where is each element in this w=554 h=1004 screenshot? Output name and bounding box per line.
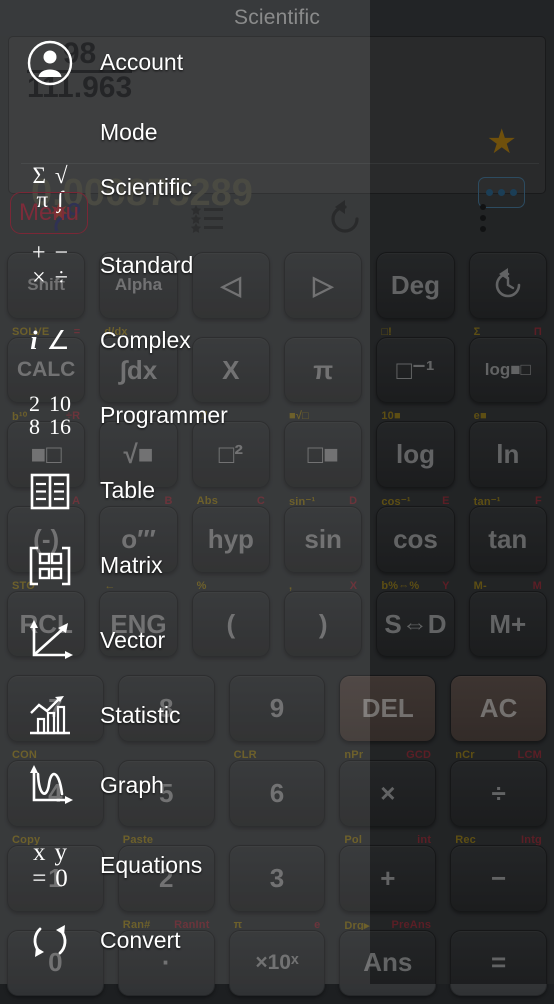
drawer-item-complex[interactable]: i∠Complex <box>0 303 370 378</box>
table-grid-icon <box>0 453 100 528</box>
radix-2-10-8-16-icon: 210816 <box>0 378 100 453</box>
bar-chart-trend-icon <box>0 678 100 753</box>
drawer-item-label: Table <box>100 479 155 502</box>
drawer-item-account[interactable]: Account <box>0 25 370 100</box>
drawer-item-label: Complex <box>100 329 191 352</box>
drawer-item-label: Account <box>100 51 183 74</box>
drawer-item-label: Standard <box>100 254 193 277</box>
drawer-item-table[interactable]: Table <box>0 453 370 528</box>
plus-minus-times-divide-icon: +−×÷ <box>0 228 100 303</box>
drawer-item-label: Mode <box>100 121 158 144</box>
drawer-item-label: Statistic <box>100 704 181 727</box>
vector-axes-arrow-icon <box>0 603 100 678</box>
wave-curve-axes-icon <box>0 748 100 823</box>
x-y-equals-zero-icon: xy=0 <box>0 828 100 903</box>
drawer-item-label: Scientific <box>100 176 192 199</box>
drawer-item-standard[interactable]: +−×÷Standard <box>0 228 370 303</box>
imaginary-angle-icon: i∠ <box>0 303 100 378</box>
drawer-item-label: Matrix <box>100 554 163 577</box>
account-avatar-icon <box>0 25 100 100</box>
drawer-item-label: Programmer <box>100 404 228 427</box>
drawer-item-statistic[interactable]: Statistic <box>0 678 370 753</box>
circular-arrows-icon <box>0 903 100 978</box>
drawer-item-label: Vector <box>100 629 165 652</box>
drawer-item-label: Equations <box>100 854 202 877</box>
drawer-item-graph[interactable]: Graph <box>0 748 370 823</box>
menu-button[interactable]: Menu <box>10 192 88 234</box>
mode-drawer: AccountModeΣ√π∫Scientific+−×÷Standardi∠C… <box>0 0 370 984</box>
drawer-item-vector[interactable]: Vector <box>0 603 370 678</box>
drawer-item-convert[interactable]: Convert <box>0 903 370 978</box>
drawer-item-label: Convert <box>100 929 181 952</box>
drawer-item-label: Graph <box>100 774 164 797</box>
drawer-item-equations[interactable]: xy=0Equations <box>0 828 370 903</box>
drawer-item-programmer[interactable]: 210816Programmer <box>0 378 370 453</box>
drawer-item-matrix[interactable]: Matrix <box>0 528 370 603</box>
matrix-brackets-icon <box>0 528 100 603</box>
